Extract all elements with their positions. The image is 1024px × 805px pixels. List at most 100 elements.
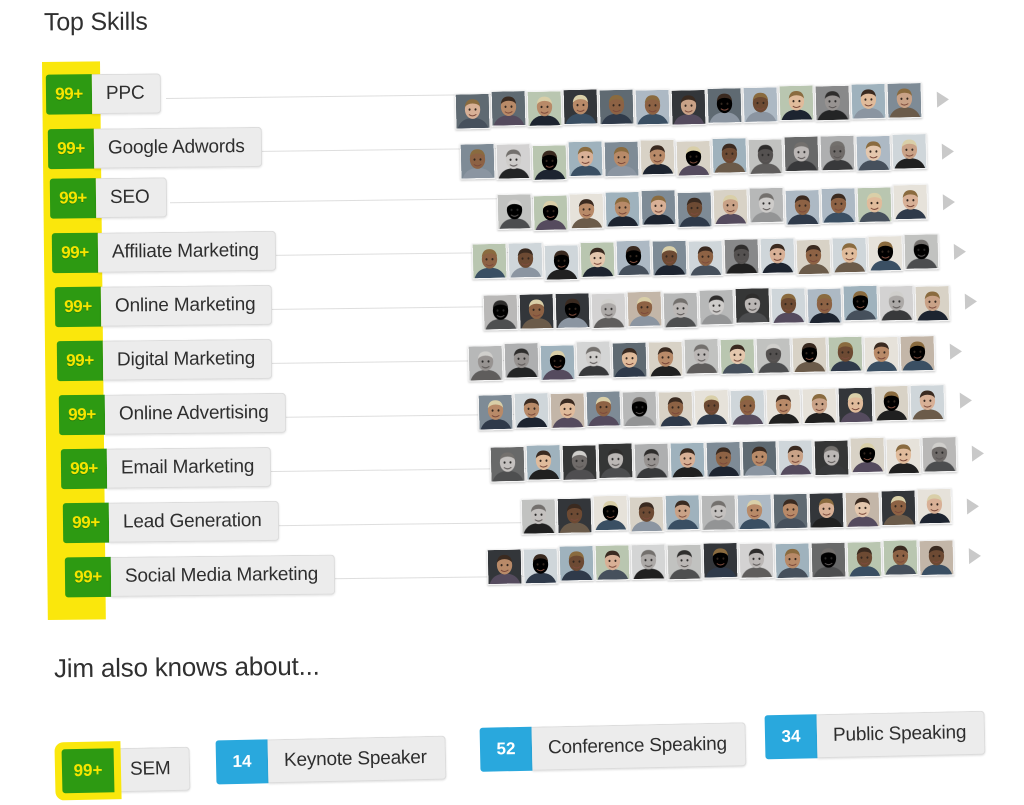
endorser-avatar[interactable]: [837, 386, 874, 424]
chevron-right-icon[interactable]: [968, 547, 982, 564]
endorser-avatar[interactable]: [594, 544, 631, 581]
endorser-avatar[interactable]: [855, 134, 892, 172]
endorser-avatar[interactable]: [844, 491, 881, 529]
endorsement-count-badge[interactable]: 99+: [60, 448, 108, 490]
endorser-avatar[interactable]: [882, 539, 919, 576]
endorser-avatar[interactable]: [723, 238, 760, 276]
endorser-avatar[interactable]: [630, 543, 667, 581]
skill-name-pill[interactable]: Lead Generation: [108, 500, 279, 543]
endorser-avatar[interactable]: [621, 390, 658, 428]
endorser-avatar[interactable]: [700, 494, 737, 532]
endorser-avatar[interactable]: [590, 292, 627, 330]
skill-name-pill[interactable]: PPC: [91, 73, 162, 115]
endorser-avatar[interactable]: [657, 390, 694, 428]
endorser-avatar[interactable]: [666, 543, 703, 581]
endorser-avatar[interactable]: [719, 338, 756, 376]
endorser-avatar[interactable]: [842, 284, 879, 322]
endorser-avatar[interactable]: [675, 139, 712, 177]
endorser-avatar[interactable]: [918, 539, 955, 577]
endorser-avatar[interactable]: [490, 90, 527, 128]
endorser-avatar[interactable]: [801, 387, 838, 425]
endorser-avatar[interactable]: [603, 140, 640, 178]
endorsement-count-badge[interactable]: 99+: [56, 340, 104, 382]
skill-name-pill[interactable]: Google Adwords: [93, 126, 262, 169]
chip-count-badge[interactable]: 99+: [61, 748, 115, 794]
endorser-avatar[interactable]: [873, 385, 910, 423]
endorser-avatar[interactable]: [738, 541, 775, 579]
skill-row[interactable]: 99+ Lead Generation: [62, 500, 279, 544]
endorser-avatar[interactable]: [827, 336, 864, 373]
skill-name-pill[interactable]: Online Advertising: [104, 392, 286, 435]
endorser-avatar[interactable]: [615, 239, 652, 277]
endorser-avatar[interactable]: [791, 336, 828, 373]
endorser-avatar[interactable]: [651, 239, 688, 277]
also-knows-chip[interactable]: 14 Keynote Speaker: [215, 735, 447, 785]
endorsement-count-badge[interactable]: 99+: [58, 394, 106, 436]
endorser-avatar[interactable]: [471, 242, 508, 280]
endorser-avatar[interactable]: [693, 388, 730, 426]
endorser-avatar[interactable]: [562, 88, 599, 126]
endorser-avatar[interactable]: [507, 241, 544, 279]
endorser-avatar[interactable]: [525, 444, 562, 481]
endorser-avatar[interactable]: [628, 495, 665, 533]
endorser-avatar[interactable]: [676, 190, 713, 228]
endorser-avatar[interactable]: [885, 438, 922, 475]
chevron-right-icon[interactable]: [942, 193, 956, 210]
chevron-right-icon[interactable]: [964, 292, 978, 310]
endorser-avatar[interactable]: [662, 291, 699, 329]
chip-count-badge[interactable]: 34: [764, 714, 818, 760]
endorser-avatar[interactable]: [784, 188, 821, 226]
endorser-avatar[interactable]: [561, 444, 598, 482]
endorser-avatar[interactable]: [687, 239, 724, 277]
chip-label[interactable]: SEM: [113, 746, 191, 793]
endorsement-count-badge[interactable]: 99+: [45, 74, 93, 115]
endorser-avatar[interactable]: [467, 345, 504, 382]
endorser-avatar[interactable]: [729, 388, 766, 426]
endorsement-count-badge[interactable]: 99+: [62, 502, 110, 544]
endorser-avatar[interactable]: [849, 437, 886, 474]
endorser-avatar[interactable]: [579, 241, 616, 279]
endorser-avatar[interactable]: [532, 194, 569, 231]
chip-label[interactable]: Keynote Speaker: [267, 735, 447, 784]
skill-name-pill[interactable]: Digital Marketing: [102, 338, 273, 381]
skill-row[interactable]: 99+ Online Advertising: [58, 392, 286, 436]
skill-name-pill[interactable]: Social Media Marketing: [110, 554, 336, 597]
endorser-avatar[interactable]: [554, 292, 591, 329]
endorser-avatar[interactable]: [819, 134, 856, 172]
endorser-avatar[interactable]: [459, 143, 496, 180]
endorser-avatar[interactable]: [604, 190, 641, 228]
endorser-avatar[interactable]: [597, 442, 634, 480]
endorser-avatar[interactable]: [778, 83, 815, 121]
endorser-avatar[interactable]: [736, 493, 773, 530]
chevron-right-icon[interactable]: [936, 91, 950, 108]
endorser-avatar[interactable]: [702, 541, 739, 579]
skill-row[interactable]: 99+ PPC: [45, 73, 162, 115]
endorser-avatar[interactable]: [567, 140, 604, 178]
endorser-avatar[interactable]: [755, 337, 792, 374]
chevron-right-icon[interactable]: [941, 143, 955, 160]
endorser-avatar[interactable]: [539, 343, 576, 381]
endorser-avatar[interactable]: [903, 233, 940, 271]
endorser-avatar[interactable]: [640, 189, 677, 226]
endorser-avatar[interactable]: [598, 88, 635, 126]
endorser-avatar[interactable]: [783, 135, 820, 173]
chip-count-badge[interactable]: 14: [215, 739, 269, 785]
endorser-avatar[interactable]: [520, 498, 557, 536]
endorser-avatar[interactable]: [592, 494, 629, 532]
endorser-avatar[interactable]: [647, 340, 684, 378]
endorser-avatar[interactable]: [747, 138, 784, 176]
endorser-avatar[interactable]: [770, 286, 807, 324]
endorser-avatar[interactable]: [543, 243, 580, 281]
endorser-avatar[interactable]: [863, 336, 900, 373]
endorser-avatar[interactable]: [626, 290, 663, 328]
endorser-avatar[interactable]: [734, 287, 771, 324]
endorser-avatar[interactable]: [878, 284, 915, 322]
endorser-avatar[interactable]: [810, 541, 847, 579]
endorser-avatar[interactable]: [909, 383, 946, 421]
endorser-avatar[interactable]: [921, 435, 958, 473]
endorser-avatar[interactable]: [741, 439, 778, 477]
endorser-avatar[interactable]: [531, 143, 568, 181]
endorser-avatar[interactable]: [891, 133, 928, 170]
endorser-avatar[interactable]: [706, 87, 743, 124]
skill-row[interactable]: 99+ Affiliate Marketing: [51, 230, 277, 274]
